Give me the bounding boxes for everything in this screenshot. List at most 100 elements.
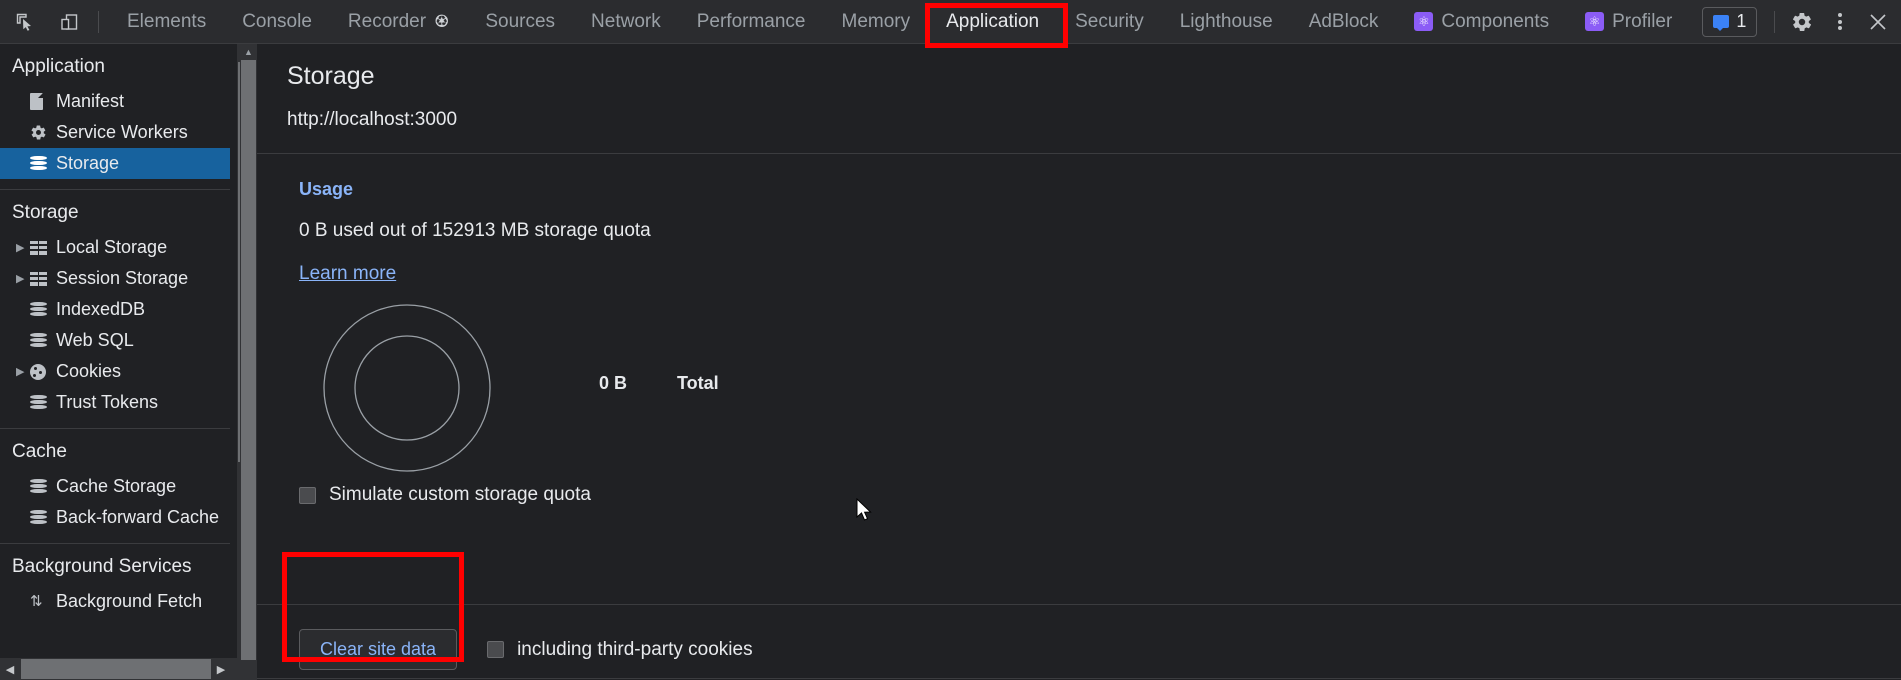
devtools-toolbar: Elements Console Recorder ♼ Sources Netw… <box>0 0 1901 44</box>
message-icon <box>1713 15 1730 31</box>
section-divider <box>257 153 1901 154</box>
close-icon[interactable] <box>1859 3 1897 41</box>
tab-application[interactable]: Application <box>928 0 1057 44</box>
sidebar-item-web-sql[interactable]: ▶ Web SQL <box>0 325 230 356</box>
sidebar-item-label: Back-forward Cache <box>56 507 220 527</box>
tab-label: Console <box>242 10 312 32</box>
sidebar-item-local-storage[interactable]: ▶ Local Storage <box>0 232 230 263</box>
legend-label: Total <box>677 373 719 393</box>
tab-performance[interactable]: Performance <box>679 0 824 44</box>
simulate-quota-checkbox[interactable] <box>299 486 316 504</box>
react-icon: ⚛ <box>1585 12 1605 31</box>
sidebar-item-background-fetch[interactable]: ▶ ⇅ Background Fetch <box>0 586 230 617</box>
sidebar-horizontal-scrollbar[interactable]: ◀ ▶ <box>0 658 255 680</box>
inspect-element-icon[interactable] <box>6 3 44 41</box>
chart-legend: 0 B Total <box>599 373 719 394</box>
tab-lighthouse[interactable]: Lighthouse <box>1162 0 1291 44</box>
sidebar-item-label: Trust Tokens <box>56 392 159 412</box>
device-toolbar-icon[interactable] <box>50 3 88 41</box>
sidebar-item-label: Background Fetch <box>56 591 203 611</box>
tab-network[interactable]: Network <box>573 0 679 44</box>
sidebar-item-label: Cache Storage <box>56 476 177 496</box>
tab-security[interactable]: Security <box>1057 0 1162 44</box>
sidebar-item-manifest[interactable]: ▶ Manifest <box>0 86 230 117</box>
database-icon <box>30 509 56 526</box>
scrollbar-thumb[interactable] <box>241 60 256 660</box>
usage-summary: 0 B used out of 152913 MB storage quota <box>299 220 651 241</box>
tab-adblock[interactable]: AdBlock <box>1291 0 1397 44</box>
chevron-right-icon[interactable]: ▶ <box>16 272 30 285</box>
sidebar-item-service-workers[interactable]: ▶ Service Workers <box>0 117 230 148</box>
third-party-cookies-checkbox[interactable] <box>487 641 505 658</box>
clear-data-row: Clear site data including third-party co… <box>299 629 753 670</box>
tab-console[interactable]: Console <box>224 0 330 44</box>
chevron-right-icon: ▶ <box>16 334 30 347</box>
chevron-right-icon: ▶ <box>16 511 30 524</box>
tab-components[interactable]: ⚛ Components <box>1396 0 1567 44</box>
sidebar-item-label: Cookies <box>56 361 122 381</box>
tab-recorder[interactable]: Recorder ♼ <box>330 0 467 44</box>
scroll-up-icon[interactable]: ▲ <box>240 44 257 60</box>
page-title: Storage <box>287 62 375 90</box>
updown-arrows-icon: ⇅ <box>30 592 43 610</box>
third-party-cookies-row[interactable]: including third-party cookies <box>487 639 753 661</box>
chevron-right-icon[interactable]: ▶ <box>16 241 30 254</box>
sidebar-item-label: Local Storage <box>56 237 168 257</box>
panel-vertical-scrollbar[interactable]: ▲ <box>240 44 257 680</box>
console-message-badge[interactable]: 1 <box>1702 6 1758 37</box>
sidebar-item-trust-tokens[interactable]: ▶ Trust Tokens <box>0 387 230 418</box>
sidebar-item-label: Session Storage <box>56 268 189 288</box>
chevron-right-icon: ▶ <box>16 95 30 108</box>
scrollbar-thumb[interactable] <box>21 659 211 679</box>
tab-label: Memory <box>841 10 911 32</box>
usage-heading: Usage <box>299 179 354 199</box>
sidebar-group-title-application: Application <box>12 56 105 77</box>
message-count: 1 <box>1736 11 1747 31</box>
sidebar-item-label: Service Workers <box>56 122 188 142</box>
toolbar-right-group <box>1766 3 1901 41</box>
scroll-right-icon[interactable]: ▶ <box>211 658 231 680</box>
tab-label: Elements <box>127 10 207 32</box>
toolbar-divider <box>98 10 99 33</box>
sidebar-group-title-storage: Storage <box>12 202 79 223</box>
database-icon <box>30 394 56 411</box>
chevron-right-icon[interactable]: ▶ <box>16 365 30 378</box>
storage-panel: Storage http://localhost:3000 Usage 0 B … <box>257 44 1901 680</box>
sidebar-item-indexeddb[interactable]: ▶ IndexedDB <box>0 294 230 325</box>
scroll-left-icon[interactable]: ◀ <box>0 658 20 680</box>
section-divider <box>257 604 1901 605</box>
storage-panel-header: Storage http://localhost:3000 <box>257 44 1901 131</box>
sidebar-item-back-forward-cache[interactable]: ▶ Back-forward Cache <box>0 502 230 533</box>
tab-label: Profiler <box>1612 10 1673 32</box>
sidebar-item-label: IndexedDB <box>56 299 146 319</box>
tab-label: Performance <box>696 10 806 32</box>
tab-profiler[interactable]: ⚛ Profiler <box>1567 0 1690 44</box>
tab-sources[interactable]: Sources <box>467 0 573 44</box>
learn-more-link[interactable]: Learn more <box>299 263 396 285</box>
gear-icon[interactable] <box>1783 3 1821 41</box>
clear-site-data-button[interactable]: Clear site data <box>299 629 458 670</box>
table-icon <box>30 240 56 255</box>
sidebar-item-storage[interactable]: ▶ Storage <box>0 148 230 179</box>
sidebar-item-label: Manifest <box>56 91 125 111</box>
tab-elements[interactable]: Elements <box>109 0 224 44</box>
sidebar-item-cookies[interactable]: ▶ Cookies <box>0 356 230 387</box>
origin-label: http://localhost:3000 <box>287 109 458 130</box>
tab-label: Network <box>591 10 661 32</box>
chevron-right-icon: ▶ <box>16 480 30 493</box>
database-icon <box>30 478 56 495</box>
database-icon <box>30 155 56 172</box>
sidebar-item-label: Storage <box>56 153 120 173</box>
sidebar-item-cache-storage[interactable]: ▶ Cache Storage <box>0 471 230 502</box>
database-icon <box>30 301 56 318</box>
more-options-icon[interactable] <box>1821 3 1859 41</box>
toolbar-divider <box>1774 10 1775 33</box>
tab-memory[interactable]: Memory <box>824 0 929 44</box>
chevron-right-icon: ▶ <box>16 126 30 139</box>
simulate-quota-row[interactable]: Simulate custom storage quota <box>299 484 1901 506</box>
tab-label: AdBlock <box>1308 10 1379 32</box>
react-icon: ⚛ <box>1414 12 1434 31</box>
tab-label: Security <box>1075 10 1144 32</box>
chevron-right-icon: ▶ <box>16 595 30 608</box>
sidebar-item-session-storage[interactable]: ▶ Session Storage <box>0 263 230 294</box>
